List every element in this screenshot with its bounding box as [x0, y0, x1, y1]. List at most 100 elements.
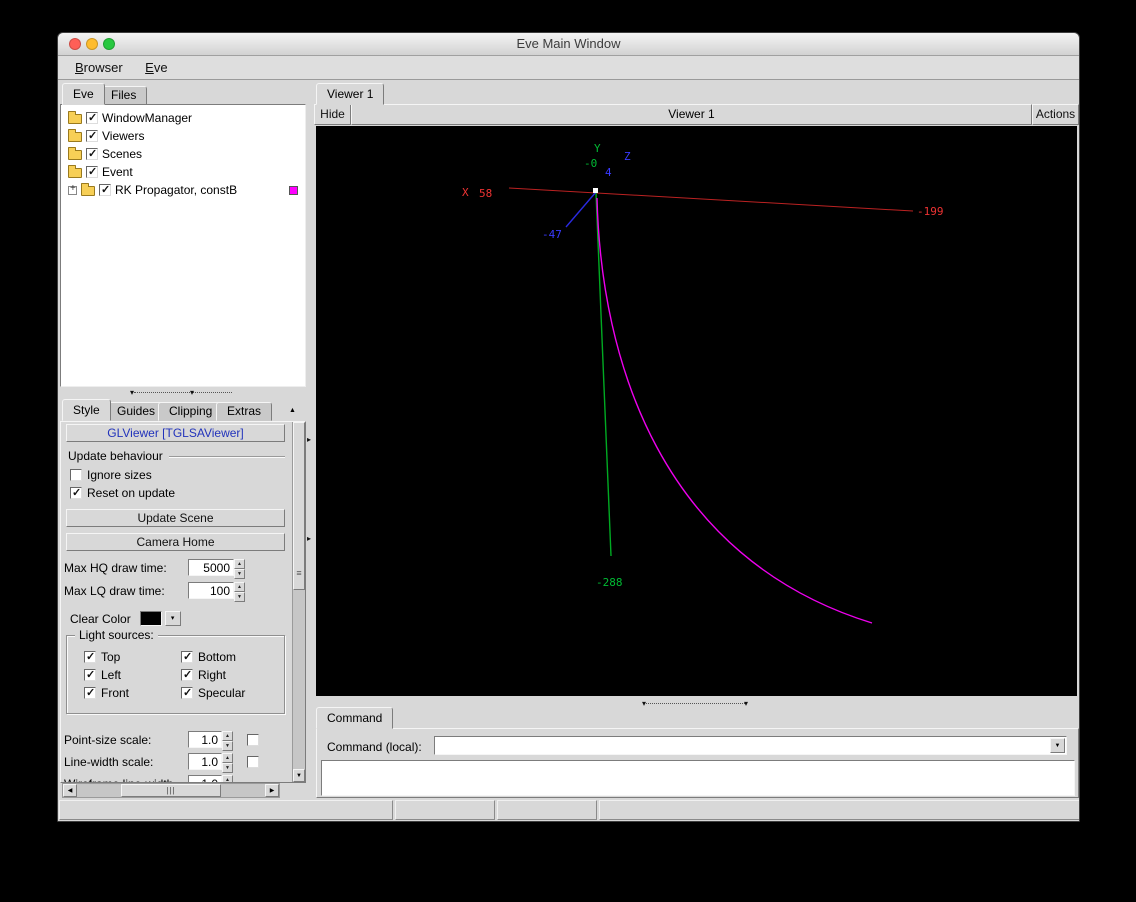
tab-viewer-1[interactable]: Viewer 1 [316, 83, 385, 105]
tree-item-viewers[interactable]: Viewers [61, 127, 305, 145]
tab-scroll-up-icon[interactable]: ▲ [289, 407, 296, 414]
spin-up-icon[interactable]: ▲ [222, 775, 233, 782]
checkbox[interactable] [181, 650, 193, 663]
vscrollbar-down-icon[interactable]: ▼ [293, 769, 305, 782]
command-input[interactable] [436, 738, 1048, 753]
checkbox[interactable] [181, 686, 193, 699]
line-width-stepper[interactable]: ▲ ▼ [222, 753, 233, 773]
tab-clipping[interactable]: Clipping [158, 402, 224, 421]
hscrollbar-thumb[interactable]: ||| [121, 784, 221, 797]
light-right-row[interactable]: Right [181, 668, 278, 682]
spin-down-icon[interactable]: ▼ [222, 741, 233, 751]
style-panel-vscrollbar[interactable]: ≡ ▼ [292, 422, 305, 782]
checkbox[interactable] [86, 165, 98, 178]
checkbox[interactable] [70, 469, 82, 481]
splitter-arrow-icon[interactable]: ▾ [190, 387, 194, 398]
splitter-arrow-icon[interactable]: ▾ [744, 698, 748, 709]
tab-extras[interactable]: Extras [216, 402, 273, 421]
point-size-input[interactable]: 1.0 [188, 731, 222, 748]
light-specular-row[interactable]: Specular [181, 686, 278, 700]
hide-button[interactable]: Hide [314, 104, 351, 125]
pane-splitter[interactable]: ▸ ▸ [307, 80, 315, 800]
expand-icon[interactable] [68, 184, 77, 195]
minimize-button[interactable] [86, 38, 98, 50]
combo-dropdown-icon[interactable]: ▼ [1050, 738, 1065, 753]
menubar: Browser Eve [58, 56, 1079, 80]
tab-style[interactable]: Style [62, 399, 111, 421]
style-panel-hscrollbar[interactable]: ◀ ||| ▶ [62, 783, 280, 798]
wireframe-input[interactable]: 1.0 [188, 775, 222, 782]
tree-item-rk-propagator[interactable]: RK Propagator, constB [61, 181, 305, 199]
tab-files[interactable]: Files [100, 86, 148, 105]
splitter-arrow-icon[interactable]: ▾ [130, 387, 134, 398]
viewer-command-splitter[interactable]: ▾ ▾ [316, 698, 1077, 709]
spin-up-icon[interactable]: ▲ [234, 582, 245, 592]
checkbox[interactable] [86, 129, 98, 142]
tree-item-label: Scenes [102, 147, 143, 161]
checkbox[interactable] [84, 668, 96, 681]
max-hq-input[interactable]: 5000 [188, 559, 234, 576]
menu-browser[interactable]: Browser [66, 56, 132, 78]
point-size-stepper[interactable]: ▲ ▼ [222, 731, 233, 751]
gl-viewport[interactable]: X 58 -199 Y -0 -288 Z 4 -47 [316, 126, 1077, 696]
splitter-arrow-icon[interactable]: ▾ [642, 698, 646, 709]
close-button[interactable] [69, 38, 81, 50]
max-hq-row: Max HQ draw time: 5000 ▲ ▼ [64, 559, 245, 579]
ignore-sizes-row[interactable]: Ignore sizes [70, 468, 152, 482]
point-size-checkbox[interactable] [247, 733, 259, 746]
zoom-button[interactable] [103, 38, 115, 50]
folder-icon [68, 146, 82, 160]
line-width-input[interactable]: 1.0 [188, 753, 222, 770]
spin-down-icon[interactable]: ▼ [234, 569, 245, 579]
spin-up-icon[interactable]: ▲ [222, 753, 233, 763]
tree-item-scenes[interactable]: Scenes [61, 145, 305, 163]
light-top-row[interactable]: Top [84, 650, 181, 664]
eve-main-window: Eve Main Window Browser Eve Eve Files Wi… [57, 32, 1080, 822]
clear-color-swatch[interactable] [139, 611, 162, 626]
spin-up-icon[interactable]: ▲ [222, 731, 233, 741]
max-lq-stepper[interactable]: ▲ ▼ [234, 582, 245, 602]
tab-eve[interactable]: Eve [62, 83, 105, 105]
camera-home-button[interactable]: Camera Home [66, 533, 285, 551]
titlebar[interactable]: Eve Main Window [58, 33, 1079, 56]
update-scene-button[interactable]: Update Scene [66, 509, 285, 527]
checkbox[interactable] [84, 686, 96, 699]
tree-item-event[interactable]: Event [61, 163, 305, 181]
tab-command[interactable]: Command [316, 707, 394, 729]
menu-eve[interactable]: Eve [136, 56, 176, 78]
spin-up-icon[interactable]: ▲ [234, 559, 245, 569]
wireframe-stepper[interactable]: ▲▼ [222, 775, 233, 782]
status-cell [599, 800, 1079, 820]
checkbox[interactable] [84, 650, 96, 663]
light-left-row[interactable]: Left [84, 668, 181, 682]
splitter-dots [646, 703, 747, 704]
command-combobox[interactable]: ▼ [434, 736, 1067, 755]
clear-color-row: Clear Color ▾ [70, 611, 181, 626]
glviewer-button[interactable]: GLViewer [TGLSAViewer] [66, 424, 285, 442]
splitter-arrow-icon[interactable]: ▸ [307, 534, 311, 543]
tree-style-splitter[interactable]: ▾ ▾ [60, 387, 306, 398]
tree-item-label: RK Propagator, constB [115, 183, 238, 197]
checkbox[interactable] [70, 486, 82, 499]
light-front-row[interactable]: Front [84, 686, 181, 700]
light-bottom-row[interactable]: Bottom [181, 650, 278, 664]
checkbox[interactable] [181, 668, 193, 681]
spin-down-icon[interactable]: ▼ [234, 592, 245, 602]
color-swatch[interactable] [289, 185, 299, 195]
max-hq-stepper[interactable]: ▲ ▼ [234, 559, 245, 579]
hscrollbar-right-icon[interactable]: ▶ [265, 784, 279, 797]
light-sources-title: Light sources: [75, 628, 158, 642]
clear-color-dropdown-icon[interactable]: ▾ [164, 611, 181, 626]
actions-button[interactable]: Actions [1032, 104, 1079, 125]
tree-item-windowmanager[interactable]: WindowManager [61, 109, 305, 127]
splitter-arrow-icon[interactable]: ▸ [307, 435, 311, 444]
vscrollbar-thumb[interactable]: ≡ [293, 422, 305, 590]
checkbox[interactable] [86, 111, 98, 124]
checkbox[interactable] [99, 183, 111, 196]
spin-down-icon[interactable]: ▼ [222, 763, 233, 773]
max-lq-input[interactable]: 100 [188, 582, 234, 599]
reset-on-update-row[interactable]: Reset on update [70, 486, 175, 500]
checkbox[interactable] [86, 147, 98, 160]
line-width-checkbox[interactable] [247, 755, 259, 768]
hscrollbar-left-icon[interactable]: ◀ [63, 784, 77, 797]
